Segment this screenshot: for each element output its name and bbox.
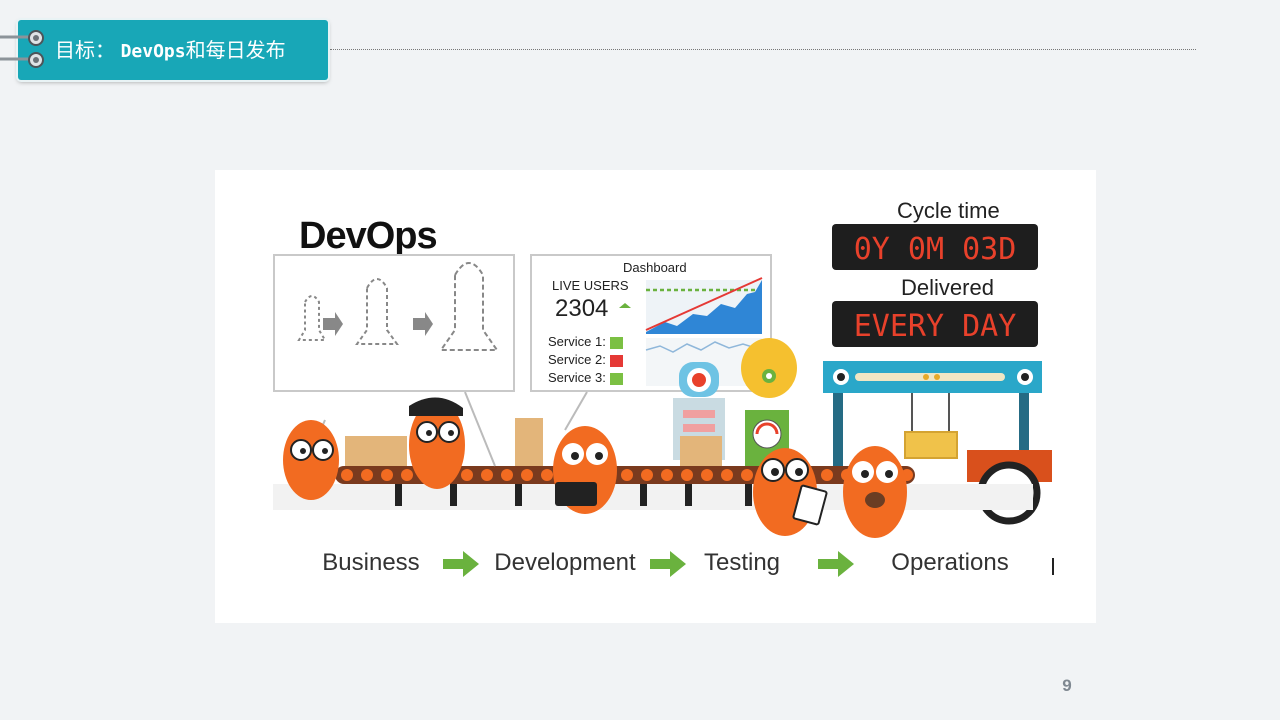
title-prefix: 目标： [55,40,115,62]
ops-mascot [843,446,907,538]
arrow-icon [650,551,686,577]
rocket-evolution-panel [273,254,515,392]
service-status-dot [610,373,623,385]
title-code: DevOps [120,41,186,62]
stage-business: Business [322,549,419,576]
service-2-label: Service 2: [548,352,606,367]
developer-mascot [553,426,617,514]
devops-illustration: DevOps Dashboard LIVE USERS 2304 Service… [215,170,1096,623]
arrow-icon [443,551,479,577]
service-status-dot [610,355,623,367]
delivered-label: Delivered [901,275,994,300]
keyboard-icon [555,482,597,506]
title-suffix: 和每日发布 [185,40,286,62]
product-mascot [409,397,465,489]
service-1-label: Service 1: [548,334,606,349]
dashboard-title: Dashboard [623,260,687,275]
cycle-time-label: Cycle time [897,198,1000,223]
service-status-dot [610,337,623,349]
slide-title: 目标： DevOps和每日发布 [55,38,286,65]
stage-operations: Operations [891,549,1008,576]
business-mascot [283,420,339,500]
tester-mascot [753,448,828,536]
service-3-label: Service 3: [548,370,606,385]
stage-testing: Testing [704,549,780,576]
stage-development: Development [494,549,636,576]
delivered-value: EVERY DAY [854,309,1017,344]
dashboard-panel: Dashboard LIVE USERS 2304 Service 1: Ser… [530,254,772,392]
cycle-time-value: 0Y 0M 03D [854,232,1017,267]
title-divider [330,49,1196,50]
live-users-value: 2304 [555,295,608,322]
live-users-label: LIVE USERS [552,278,629,293]
page-number: 9 [1062,676,1072,695]
arrow-icon [818,551,854,577]
illustration-heading: DevOps [299,215,437,257]
binder-rings-icon [0,30,44,68]
